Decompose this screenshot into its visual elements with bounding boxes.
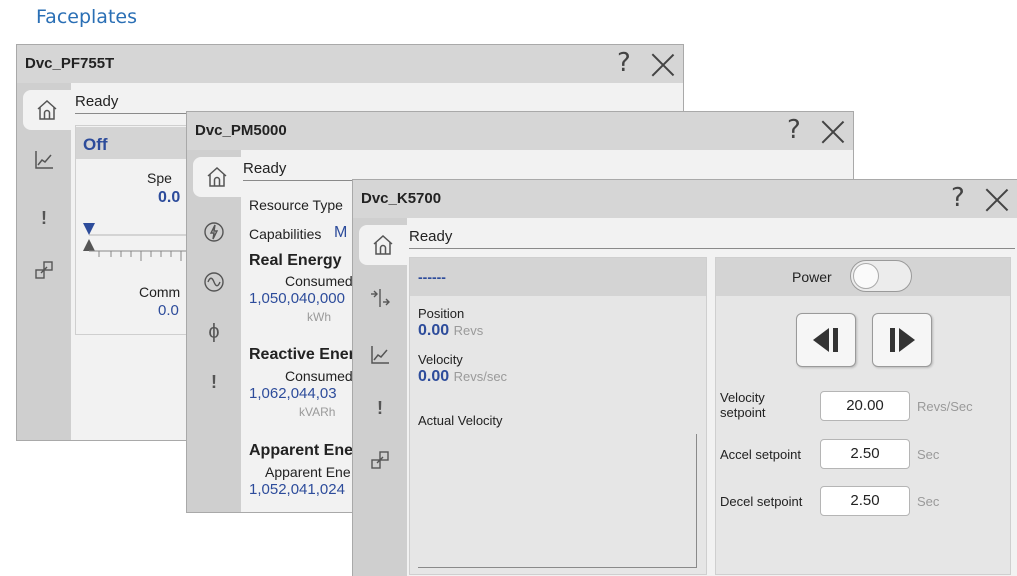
help-button[interactable]: ?	[617, 48, 631, 78]
velocity-unit: Revs/sec	[453, 369, 508, 384]
help-button[interactable]: ?	[787, 115, 801, 145]
trend-icon	[35, 151, 53, 169]
close-button[interactable]	[985, 188, 1009, 212]
alarm-icon: !	[41, 207, 47, 228]
nav-phase-tab[interactable]: ϕ	[187, 312, 241, 352]
home-icon	[373, 234, 393, 255]
phase-icon: ϕ	[208, 320, 220, 343]
jog-reverse-button[interactable]	[796, 313, 856, 367]
apparent-energy-label: Apparent Ene	[265, 464, 351, 480]
nav-rail: ϕ !	[187, 150, 241, 512]
axis-state: ------	[418, 269, 446, 285]
nav-home-tab[interactable]	[23, 90, 71, 130]
decel-setpoint-input[interactable]: 2.50	[820, 486, 910, 516]
status-text: Ready	[75, 93, 119, 110]
nav-waveform-tab[interactable]	[187, 262, 241, 302]
power-bar: Power	[716, 258, 1010, 296]
faceplate-title: Dvc_K5700	[361, 190, 442, 207]
velocity-value: 0.00	[418, 368, 450, 385]
nav-rail: !	[353, 218, 407, 576]
help-button[interactable]: ?	[951, 183, 965, 213]
position-readout: 0.00 Revs	[418, 322, 483, 340]
accel-setpoint-input[interactable]: 2.50	[820, 439, 910, 469]
actual-velocity-trend	[418, 434, 697, 568]
position-unit: Revs	[453, 323, 484, 338]
reactive-energy-value: 1,062,044,03	[249, 385, 337, 402]
nav-trend-tab[interactable]	[17, 140, 71, 180]
nav-alarm-tab[interactable]: !	[353, 388, 407, 428]
axis-status-panel: ------ Position 0.00 Revs Velocity 0.00 …	[409, 257, 707, 575]
real-energy-label: Consumed	[285, 273, 353, 289]
velocity-setpoint-label-line1: Velocity	[720, 390, 765, 405]
decel-setpoint-unit: Sec	[917, 494, 940, 509]
nav-energy-tab[interactable]	[187, 212, 241, 252]
nav-trend-tab[interactable]	[353, 335, 407, 375]
jog-forward-button[interactable]	[872, 313, 932, 367]
alarm-icon: !	[211, 371, 217, 392]
faceplate-k5700: Dvc_K5700 ? ! Ready ------ Position 0.00…	[352, 179, 1017, 576]
position-value: 0.00	[418, 322, 450, 339]
real-energy-unit: kWh	[307, 310, 331, 324]
status-text: Ready	[243, 160, 287, 177]
motion-axis-icon	[371, 289, 390, 307]
alarm-icon: !	[377, 397, 383, 418]
home-icon	[207, 166, 227, 187]
apparent-energy-value: 1,052,041,024	[249, 481, 345, 498]
axis-control-panel: Power Velocity setpoint 20.00 Revs/Sec A…	[715, 257, 1011, 575]
nav-home-tab[interactable]	[193, 157, 241, 197]
nav-alarm-tab[interactable]: !	[187, 362, 241, 402]
trend-icon	[371, 346, 389, 364]
titlebar: Dvc_PM5000 ?	[187, 112, 853, 150]
capabilities-label: Capabilities	[249, 226, 322, 242]
nav-motion-tab[interactable]	[353, 278, 407, 318]
nav-alarm-tab[interactable]: !	[17, 198, 71, 238]
velocity-setpoint-label: Velocity setpoint	[720, 390, 766, 420]
accel-setpoint-label: Accel setpoint	[720, 447, 801, 462]
sine-wave-icon	[204, 272, 224, 292]
reactive-energy-unit: kVARh	[299, 405, 336, 419]
lightning-icon	[204, 222, 224, 242]
velocity-setpoint-unit: Revs/Sec	[917, 399, 973, 414]
resource-type-label: Resource Type	[249, 197, 343, 213]
faceplate-title: Dvc_PF755T	[25, 55, 115, 72]
faceplate-title: Dvc_PM5000	[195, 122, 287, 139]
velocity-readout: 0.00 Revs/sec	[418, 368, 507, 386]
apparent-energy-heading: Apparent Ene	[249, 442, 354, 459]
jog-reverse-icon	[813, 328, 838, 352]
close-button[interactable]	[821, 120, 845, 144]
power-toggle-knob	[853, 263, 879, 289]
titlebar: Dvc_K5700 ?	[353, 180, 1017, 218]
status-text: Ready	[409, 228, 453, 245]
popout-icon	[371, 451, 389, 469]
status-divider	[409, 248, 1015, 249]
velocity-setpoint-input[interactable]: 20.00	[820, 391, 910, 421]
power-toggle[interactable]	[850, 260, 912, 292]
axis-state-bar: ------	[410, 258, 706, 296]
popout-icon	[35, 261, 53, 279]
real-energy-value: 1,050,040,000	[249, 290, 345, 307]
real-energy-heading: Real Energy	[249, 252, 342, 269]
nav-home-tab[interactable]	[359, 225, 407, 265]
velocity-setpoint-label-line2: setpoint	[720, 405, 766, 420]
page-heading: Faceplates	[36, 6, 137, 28]
position-label: Position	[418, 306, 465, 321]
titlebar: Dvc_PF755T ?	[17, 45, 683, 83]
decel-setpoint-label: Decel setpoint	[720, 494, 803, 509]
home-icon	[37, 99, 57, 120]
accel-setpoint-unit: Sec	[917, 447, 940, 462]
actual-velocity-label: Actual Velocity	[418, 413, 503, 428]
power-label: Power	[792, 269, 832, 285]
capabilities-value: M	[334, 224, 348, 241]
jog-forward-icon	[890, 328, 915, 352]
reactive-energy-label: Consumed	[285, 368, 353, 384]
nav-popout-tab[interactable]	[17, 250, 71, 290]
nav-popout-tab[interactable]	[353, 440, 407, 480]
nav-rail: !	[17, 83, 71, 440]
reactive-energy-heading: Reactive Ener	[249, 346, 355, 363]
close-button[interactable]	[651, 53, 675, 77]
velocity-label: Velocity	[418, 352, 463, 367]
